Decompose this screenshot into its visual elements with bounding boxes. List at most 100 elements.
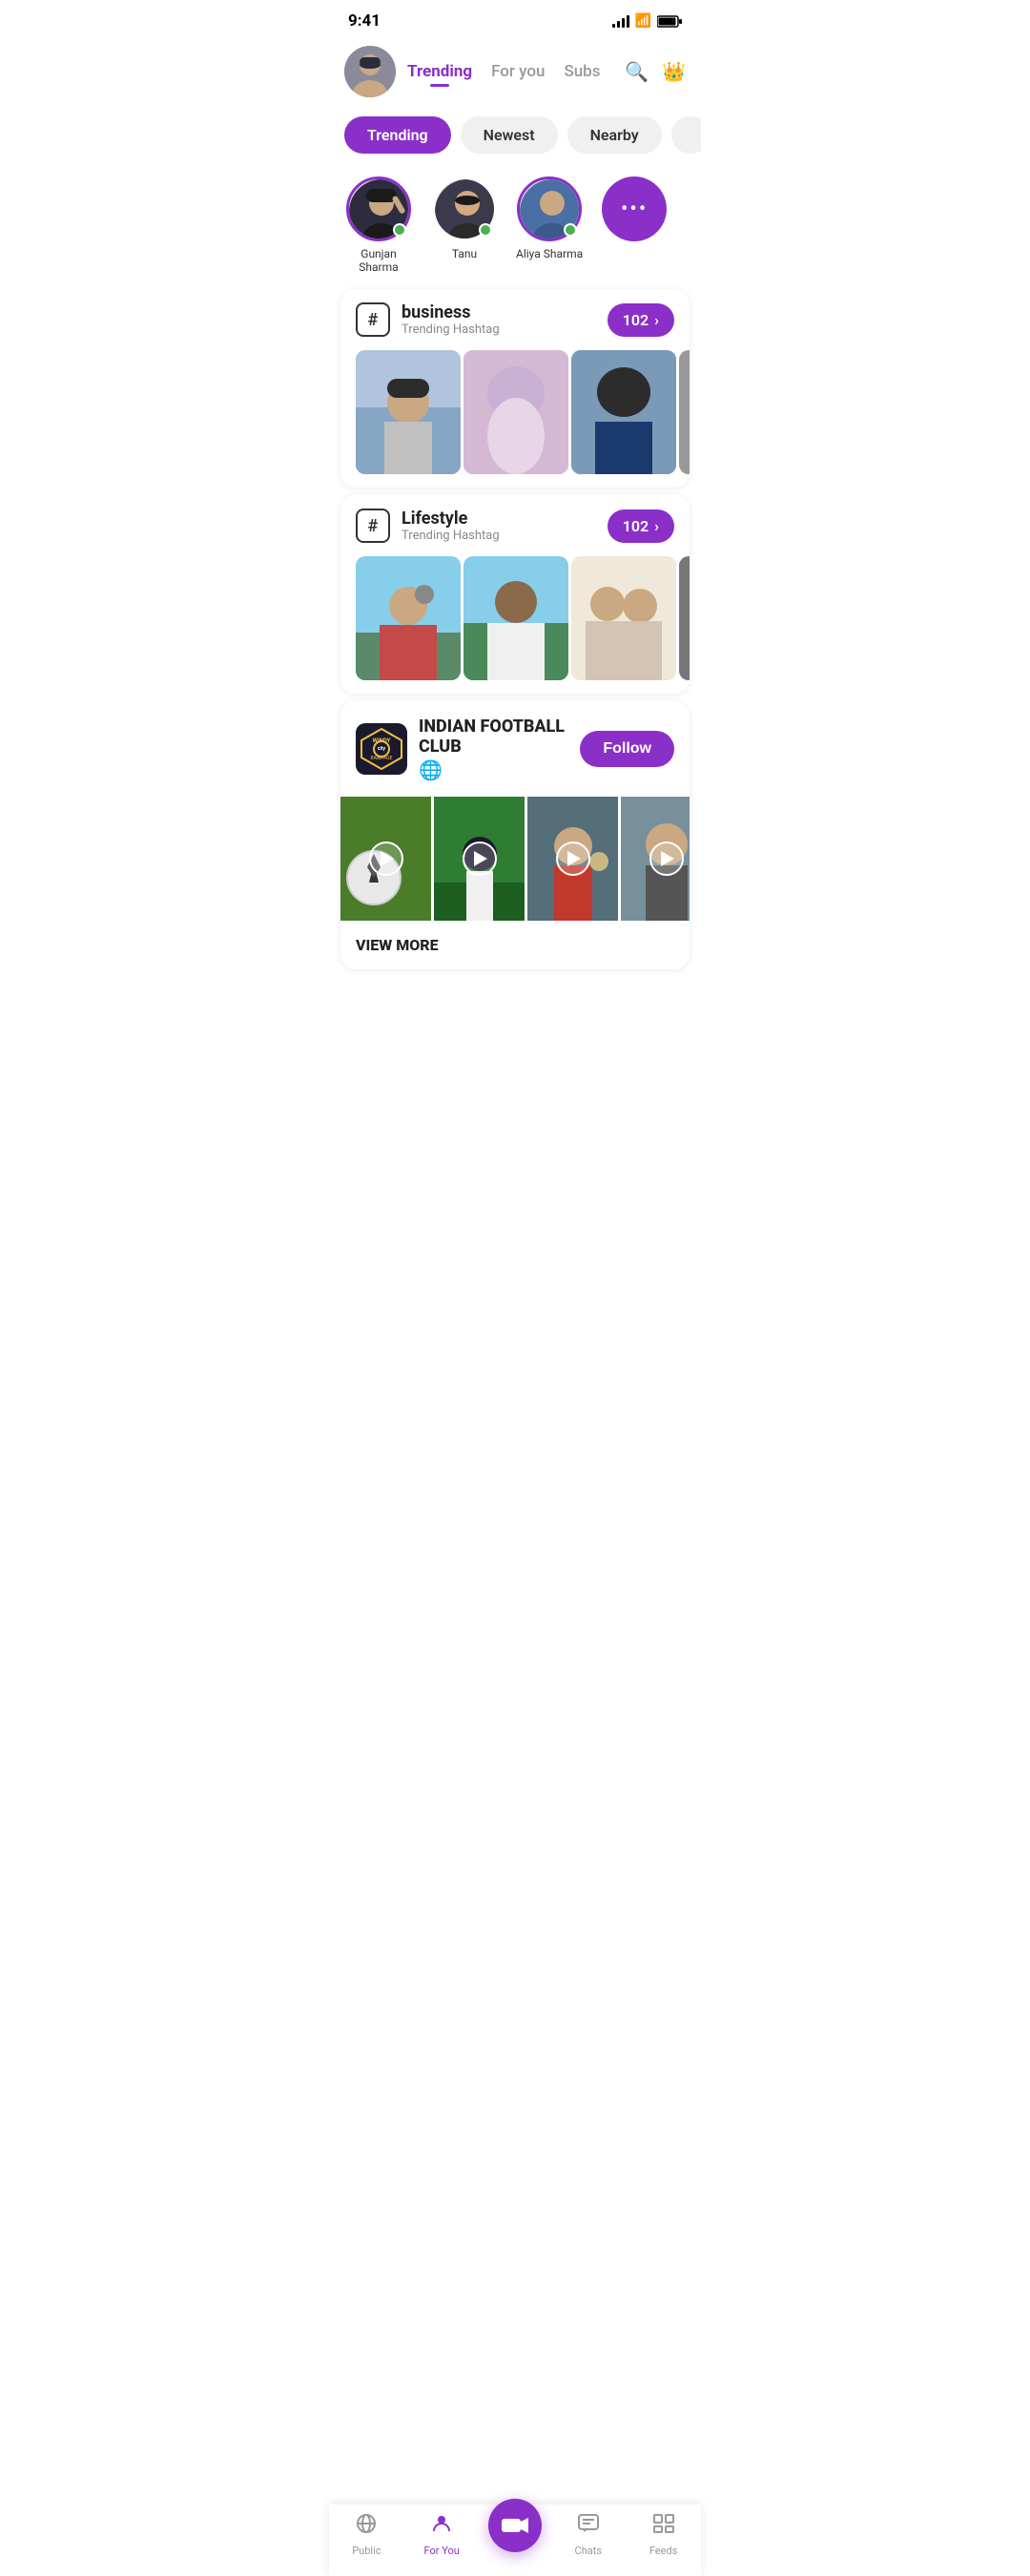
club-videos (340, 797, 690, 921)
story-avatar-aliya (517, 177, 582, 241)
play-triangle-1 (381, 851, 394, 866)
nav-chats[interactable]: Chats (560, 2512, 617, 2557)
club-logo: WINDY city RAMPAGE (356, 723, 407, 775)
hashtag-count-lifestyle[interactable]: 102 › (608, 509, 674, 543)
lifestyle-image-2[interactable] (464, 556, 568, 680)
tab-subs[interactable]: Subs (564, 62, 600, 81)
hashtag-name-lifestyle: Lifestyle (402, 509, 596, 529)
tab-trending[interactable]: Trending (407, 62, 472, 81)
signal-icon (612, 14, 629, 28)
business-image-2[interactable] (464, 350, 568, 474)
more-dots-icon: ••• (621, 197, 648, 221)
filter-newest[interactable]: Newest (461, 116, 558, 154)
public-icon (355, 2512, 378, 2541)
filter-nearby[interactable]: Nearby (567, 116, 662, 154)
count-arrow-business: › (654, 311, 659, 329)
business-img1-svg (356, 350, 461, 474)
hashtag-count-business[interactable]: 102 › (608, 303, 674, 337)
story-gunjan[interactable]: Gunjan Sharma (344, 177, 413, 274)
nav-feeds-label: Feeds (649, 2545, 678, 2557)
nav-for-you-label: For You (424, 2545, 460, 2557)
lifestyle-img1-svg (356, 556, 461, 680)
nav-tabs: Trending For you Subs (407, 62, 613, 81)
count-arrow-lifestyle: › (654, 517, 659, 535)
hashtag-sub-business: Trending Hashtag (402, 322, 596, 337)
business-image-4[interactable] (679, 350, 690, 474)
filter-more[interactable] (671, 116, 701, 154)
search-icon[interactable]: 🔍 (625, 60, 649, 83)
play-triangle-2 (474, 851, 487, 866)
hashtag-name-business: business (402, 302, 596, 322)
story-tanu[interactable]: Tanu (432, 177, 497, 260)
nav-for-you[interactable]: For You (413, 2512, 470, 2557)
play-triangle-3 (567, 851, 581, 866)
crown-icon[interactable]: 👑 (662, 60, 686, 83)
story-name-tanu: Tanu (452, 247, 477, 260)
hash-icon-lifestyle: # (356, 509, 390, 543)
header: Trending For you Subs 🔍 👑 (329, 38, 701, 109)
hashtag-header-lifestyle: # Lifestyle Trending Hashtag 102 › (340, 495, 690, 556)
club-video-3[interactable] (527, 797, 618, 921)
online-dot-aliya (564, 223, 577, 237)
lifestyle-image-4[interactable] (679, 556, 690, 680)
user-avatar[interactable] (344, 46, 396, 97)
camera-icon (502, 2515, 528, 2536)
story-avatar-gunjan (346, 177, 411, 241)
business-image-3[interactable] (571, 350, 676, 474)
hashtag-card-business: # business Trending Hashtag 102 › (340, 289, 690, 488)
online-dot-gunjan (393, 223, 406, 237)
avatar-svg (344, 46, 396, 97)
view-more-button[interactable]: VIEW MORE (340, 921, 690, 969)
lifestyle-image-1[interactable] (356, 556, 461, 680)
status-bar: 9:41 📶 (329, 0, 701, 38)
wifi-icon: 📶 (635, 13, 651, 29)
club-name-area: INDIAN FOOTBALL CLUB 🌐 (419, 717, 568, 781)
header-icons: 🔍 👑 (625, 60, 686, 83)
lifestyle-img2-svg (464, 556, 568, 680)
nav-feeds[interactable]: Feeds (635, 2512, 692, 2557)
for-you-icon (430, 2512, 453, 2541)
club-video-4[interactable] (621, 797, 690, 921)
hashtag-info-business: business Trending Hashtag (402, 302, 596, 337)
tab-for-you[interactable]: For you (491, 62, 545, 81)
club-header: WINDY city RAMPAGE INDIAN FOOTBALL CLUB … (340, 701, 690, 797)
svg-text:city: city (378, 746, 386, 752)
globe-icon: 🌐 (419, 758, 568, 781)
nav-public-label: Public (352, 2545, 381, 2557)
business-img2-svg (464, 350, 568, 474)
status-time: 9:41 (348, 11, 381, 31)
nav-public[interactable]: Public (338, 2512, 395, 2557)
svg-text:RAMPAGE: RAMPAGE (370, 756, 392, 761)
feeds-icon (652, 2512, 675, 2541)
story-name-aliya: Aliya Sharma (516, 247, 583, 260)
windy-city-logo-svg: WINDY city RAMPAGE (356, 723, 407, 775)
story-aliya[interactable]: Aliya Sharma (516, 177, 583, 260)
club-name: INDIAN FOOTBALL CLUB (419, 717, 568, 757)
bottom-nav: Public For You Chats (329, 2504, 701, 2576)
follow-button[interactable]: Follow (580, 731, 674, 767)
story-more[interactable]: ••• (602, 177, 667, 241)
business-image-1[interactable] (356, 350, 461, 474)
filter-trending[interactable]: Trending (344, 116, 451, 154)
play-icon-1 (369, 841, 403, 876)
club-video-2[interactable] (434, 797, 525, 921)
hashtag-card-lifestyle: # Lifestyle Trending Hashtag 102 › (340, 495, 690, 694)
play-icon-4 (649, 841, 684, 876)
hashtag-sub-lifestyle: Trending Hashtag (402, 529, 596, 543)
more-stories-button[interactable]: ••• (602, 177, 667, 241)
club-card: WINDY city RAMPAGE INDIAN FOOTBALL CLUB … (340, 701, 690, 969)
club-video-1[interactable] (340, 797, 431, 921)
svg-text:WINDY: WINDY (373, 737, 391, 744)
nav-chats-label: Chats (575, 2545, 602, 2557)
go-live-button[interactable] (488, 2499, 542, 2552)
battery-icon (657, 15, 682, 28)
lifestyle-image-3[interactable] (571, 556, 676, 680)
hashtag-info-lifestyle: Lifestyle Trending Hashtag (402, 509, 596, 543)
story-name-gunjan: Gunjan Sharma (344, 247, 413, 274)
business-img3-svg (571, 350, 676, 474)
chats-icon (577, 2512, 600, 2541)
hashtag-images-lifestyle (340, 556, 690, 694)
play-triangle-4 (661, 851, 674, 866)
hashtag-images-business (340, 350, 690, 488)
play-icon-2 (463, 841, 497, 876)
